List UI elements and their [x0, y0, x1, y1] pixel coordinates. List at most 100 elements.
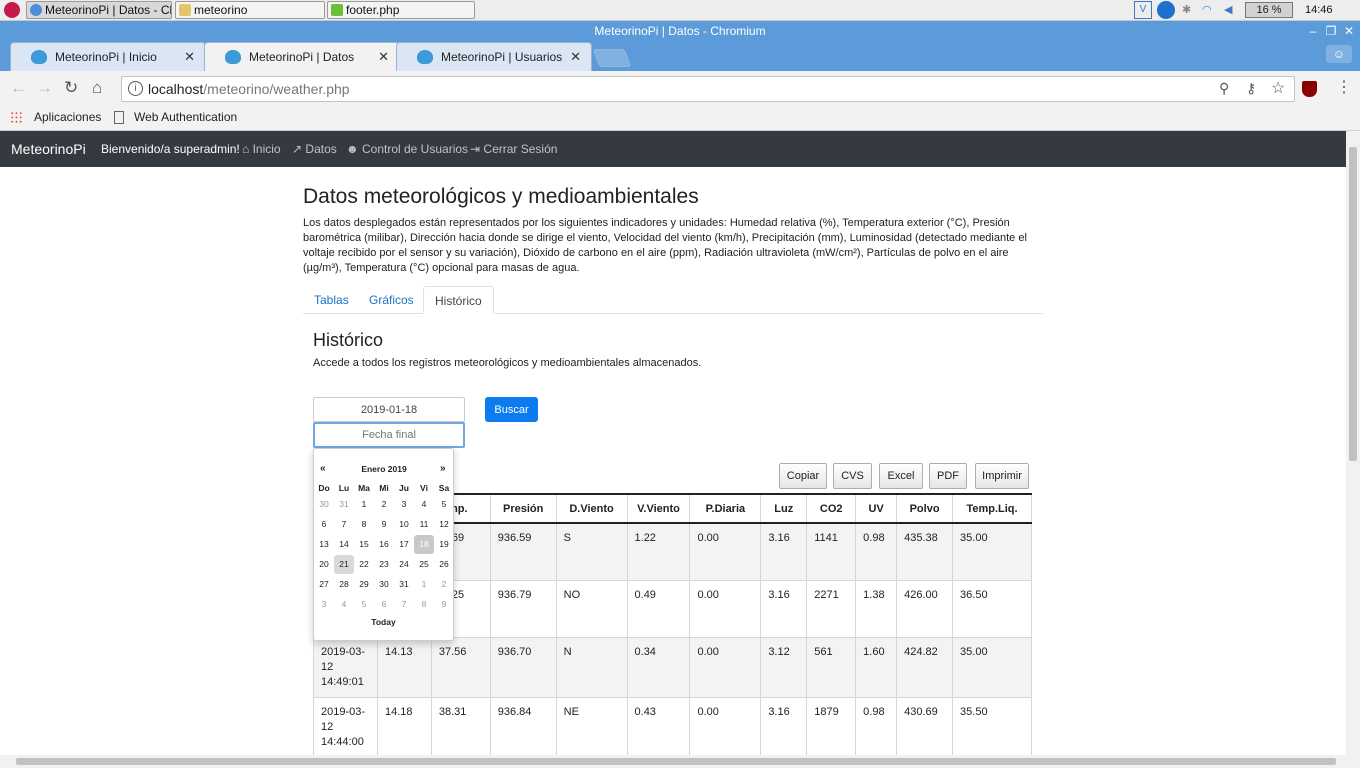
bookmark-star-icon[interactable]: ☆	[1271, 78, 1285, 98]
datepicker-day[interactable]: 31	[394, 575, 414, 594]
datepicker-day[interactable]: 18	[414, 535, 434, 554]
copiar-button[interactable]: Copiar	[779, 463, 827, 489]
datepicker-day[interactable]: 26	[434, 555, 454, 574]
minimize-icon[interactable]: –	[1306, 21, 1320, 41]
raspberry-menu-icon[interactable]	[4, 2, 20, 18]
pdf-button[interactable]: PDF	[929, 463, 967, 489]
datepicker-day[interactable]: 8	[354, 515, 374, 534]
datepicker-day[interactable]: 9	[434, 595, 454, 614]
taskbar-window-chromium[interactable]: MeteorinoPi | Datos - Ch...	[26, 1, 172, 19]
imprimir-button[interactable]: Imprimir	[975, 463, 1029, 489]
datepicker-day[interactable]: 8	[414, 595, 434, 614]
datepicker-day[interactable]: 10	[394, 515, 414, 534]
tab-tablas[interactable]: Tablas	[303, 286, 360, 314]
col-header[interactable]: P.Diaria	[689, 493, 762, 524]
nav-datos[interactable]: ↗ Datos	[292, 131, 337, 167]
nav-control-usuarios[interactable]: ☻ Control de Usuarios	[346, 131, 468, 167]
nav-cerrar-sesion[interactable]: ⇥ Cerrar Sesión	[470, 131, 557, 167]
back-icon[interactable]: ←	[10, 78, 27, 98]
datepicker-day[interactable]: 28	[334, 575, 354, 594]
datepicker-day[interactable]: 30	[374, 575, 394, 594]
menu-kebab-icon[interactable]: ⋮	[1336, 78, 1352, 98]
tab-inicio[interactable]: MeteorinoPi | Inicio ✕	[10, 42, 206, 71]
bluetooth-icon[interactable]: ✱	[1182, 2, 1191, 18]
datepicker-day[interactable]: 30	[314, 495, 334, 514]
excel-button[interactable]: Excel	[879, 463, 923, 489]
horizontal-scrollbar[interactable]	[0, 755, 1360, 768]
datepicker-day[interactable]: 13	[314, 535, 334, 554]
wifi-icon[interactable]: ◠	[1202, 2, 1212, 18]
datepicker-prev-button[interactable]: «	[320, 463, 326, 474]
scroll-thumb[interactable]	[1349, 147, 1357, 461]
address-bar[interactable]: i localhost/meteorino/weather.php ⚲ ⚷ ☆	[121, 76, 1295, 102]
datepicker-day[interactable]: 7	[334, 515, 354, 534]
vnc-icon[interactable]: V	[1134, 1, 1152, 19]
brand[interactable]: MeteorinoPi	[11, 131, 86, 167]
nav-inicio[interactable]: ⌂ Inicio	[242, 131, 281, 167]
datepicker-day[interactable]: 12	[434, 515, 454, 534]
datepicker-day[interactable]: 23	[374, 555, 394, 574]
volume-icon[interactable]: ◀	[1224, 2, 1232, 18]
col-header[interactable]: UV	[855, 493, 898, 524]
close-window-icon[interactable]: ✕	[1342, 21, 1356, 41]
vertical-scrollbar[interactable]	[1346, 131, 1360, 755]
zoom-icon[interactable]: ⚲	[1219, 80, 1229, 97]
datepicker-next-button[interactable]: »	[440, 463, 446, 474]
scroll-thumb[interactable]	[16, 758, 1336, 765]
datepicker-day[interactable]: 16	[374, 535, 394, 554]
datepicker-day[interactable]: 2	[434, 575, 454, 594]
close-tab-icon[interactable]: ✕	[378, 43, 389, 71]
col-header[interactable]: Luz	[760, 493, 808, 524]
col-header[interactable]: Temp.Liq.	[952, 493, 1032, 524]
datepicker-day[interactable]: 31	[334, 495, 354, 514]
datepicker-day[interactable]: 1	[354, 495, 374, 514]
col-header[interactable]: V.Viento	[626, 493, 691, 524]
tab-datos[interactable]: MeteorinoPi | Datos ✕	[204, 42, 400, 71]
home-icon[interactable]: ⌂	[92, 78, 102, 98]
datepicker-day[interactable]: 6	[374, 595, 394, 614]
maximize-icon[interactable]: ❐	[1324, 21, 1338, 41]
datepicker-today-button[interactable]: Today	[314, 617, 453, 627]
cvs-button[interactable]: CVS	[833, 463, 872, 489]
start-date-input[interactable]	[313, 397, 465, 422]
datepicker-day[interactable]: 29	[354, 575, 374, 594]
datepicker-day[interactable]: 25	[414, 555, 434, 574]
datepicker-day[interactable]: 6	[314, 515, 334, 534]
info-icon[interactable]: i	[128, 81, 143, 96]
col-header[interactable]: Polvo	[896, 493, 954, 524]
new-tab-button[interactable]	[592, 49, 632, 67]
datepicker-day[interactable]: 5	[354, 595, 374, 614]
datepicker-day[interactable]: 11	[414, 515, 434, 534]
datepicker-day[interactable]: 3	[314, 595, 334, 614]
tab-usuarios[interactable]: MeteorinoPi | Usuarios ✕	[396, 42, 592, 71]
tab-graficos[interactable]: Gráficos	[358, 286, 425, 314]
taskbar-window-editor[interactable]: footer.php	[327, 1, 475, 19]
apps-grid-icon[interactable]	[10, 111, 23, 124]
datepicker-day[interactable]: 1	[414, 575, 434, 594]
datepicker-day[interactable]: 7	[394, 595, 414, 614]
forward-icon[interactable]: →	[36, 78, 53, 98]
datepicker-day[interactable]: 5	[434, 495, 454, 514]
datepicker-day[interactable]: 24	[394, 555, 414, 574]
datepicker-day[interactable]: 4	[334, 595, 354, 614]
datepicker-day[interactable]: 17	[394, 535, 414, 554]
reload-icon[interactable]: ↻	[64, 78, 78, 98]
bookmark-web-authentication[interactable]: Web Authentication	[134, 106, 237, 128]
datepicker-day[interactable]: 21	[334, 555, 354, 574]
datepicker-day[interactable]: 9	[374, 515, 394, 534]
datepicker-day[interactable]: 22	[354, 555, 374, 574]
col-header[interactable]: D.Viento	[555, 493, 628, 524]
col-header[interactable]: CO2	[806, 493, 857, 524]
datepicker-day[interactable]: 15	[354, 535, 374, 554]
datepicker-day[interactable]: 14	[334, 535, 354, 554]
teamviewer-icon[interactable]	[1157, 1, 1175, 19]
datepicker-day[interactable]: 19	[434, 535, 454, 554]
close-tab-icon[interactable]: ✕	[570, 43, 581, 71]
tab-historico[interactable]: Histórico	[423, 286, 494, 314]
datepicker-day[interactable]: 3	[394, 495, 414, 514]
datepicker-day[interactable]: 20	[314, 555, 334, 574]
key-icon[interactable]: ⚷	[1246, 80, 1256, 97]
end-date-input[interactable]	[313, 422, 465, 448]
ublock-icon[interactable]	[1302, 81, 1317, 97]
datepicker-day[interactable]: 27	[314, 575, 334, 594]
